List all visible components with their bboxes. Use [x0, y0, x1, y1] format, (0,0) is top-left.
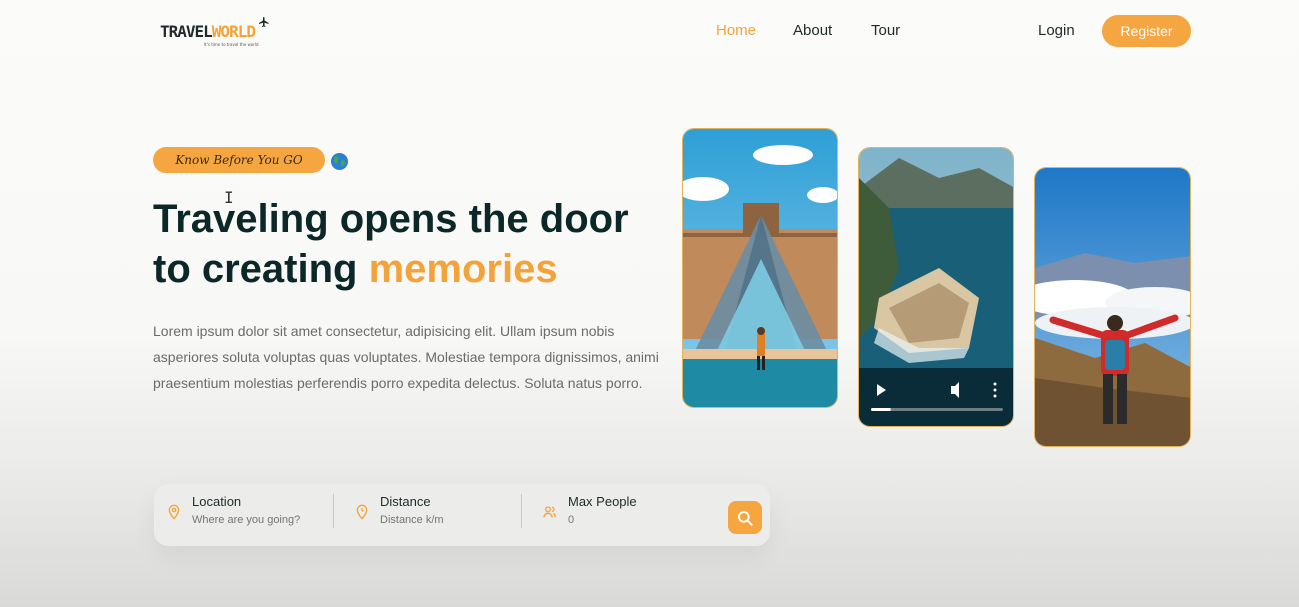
- hero-image-hiker: [1034, 167, 1191, 447]
- field-divider: [333, 494, 334, 528]
- distance-field[interactable]: Distance: [354, 492, 514, 538]
- nav-home[interactable]: Home: [716, 22, 756, 39]
- distance-label: Distance: [380, 494, 431, 509]
- search-button[interactable]: [728, 501, 762, 534]
- max-people-label: Max People: [568, 494, 637, 509]
- headline-highlight: memories: [368, 247, 558, 291]
- hero-image-louvre: [682, 128, 838, 408]
- field-divider: [521, 494, 522, 528]
- nav-about[interactable]: About: [793, 22, 832, 39]
- max-people-input[interactable]: [568, 514, 688, 526]
- max-people-field[interactable]: Max People: [542, 492, 702, 538]
- location-input[interactable]: [192, 514, 312, 526]
- hero-badge: Know Before You GO: [153, 147, 325, 173]
- map-marker-time-icon: [356, 504, 368, 520]
- airplane-icon: [259, 17, 269, 27]
- nav-tour[interactable]: Tour: [871, 22, 900, 39]
- logo-tagline: It's time to travel the world: [204, 42, 259, 47]
- hero-description: Lorem ipsum dolor sit amet consectetur, …: [153, 318, 663, 396]
- hero-video[interactable]: [858, 147, 1014, 427]
- location-field[interactable]: Location: [166, 492, 326, 538]
- logo-text: TRAVELWORLD: [160, 22, 256, 41]
- distance-input[interactable]: [380, 514, 500, 526]
- map-pin-icon: [168, 504, 180, 520]
- search-icon: [738, 510, 753, 526]
- site-logo[interactable]: TRAVELWORLD It's time to travel the worl…: [160, 16, 272, 50]
- globe-icon: [330, 152, 349, 171]
- register-button[interactable]: Register: [1102, 15, 1191, 47]
- group-icon: [543, 506, 556, 518]
- description-line: asperiores soluta voluptas quas voluptat…: [153, 349, 659, 365]
- description-line: praesentium molestias perferendis porro …: [153, 375, 643, 391]
- headline-line-1: Traveling opens the door: [153, 197, 629, 241]
- headline-line-2: to creating: [153, 247, 369, 291]
- location-label: Location: [192, 494, 242, 509]
- login-link[interactable]: Login: [1038, 22, 1075, 39]
- hero-headline: Traveling opens the door to creating mem…: [153, 194, 673, 294]
- description-line: Lorem ipsum dolor sit amet consectetur, …: [153, 323, 615, 339]
- search-bar: Location Distance Max People: [154, 484, 770, 546]
